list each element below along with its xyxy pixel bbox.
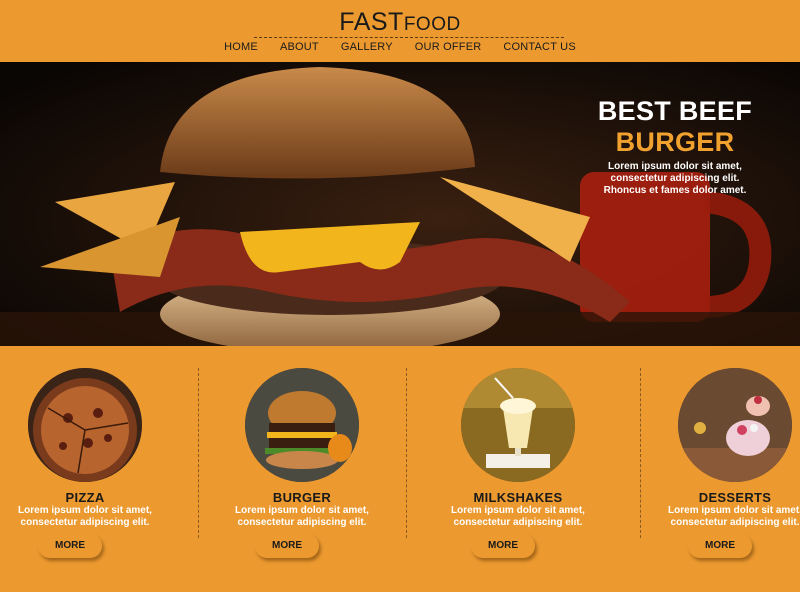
hero-subheading: BURGER [615,127,735,157]
product-description: Lorem ipsum dolor sit amet, consectetur … [0,505,185,529]
site-header: FASTFOOD HOME ABOUT GALLERY OUR OFFER CO… [0,0,800,62]
product-desc-line: Lorem ipsum dolor sit amet, [18,505,152,516]
more-button-desserts[interactable]: MORE [688,534,752,558]
product-title: DESSERTS [698,490,772,505]
product-desc-line: Lorem ipsum dolor sit amet, [668,505,800,516]
product-description: Lorem ipsum dolor sit amet, consectetur … [418,505,618,529]
site-logo[interactable]: FASTFOOD [0,8,800,37]
nav-our-offer[interactable]: OUR OFFER [415,41,482,53]
hero-desc-line: Rhoncus et fames dolor amet. [603,185,747,196]
product-desc-line: consectetur adipiscing elit. [670,517,800,528]
product-desc-line: Lorem ipsum dolor sit amet, [451,505,585,516]
nav-gallery[interactable]: GALLERY [341,41,393,53]
product-desc-line: consectetur adipiscing elit. [237,517,367,528]
hero-heading: BEST BEEF [597,96,753,126]
pizza-image [28,368,142,482]
logo-fast: FAST [339,8,404,36]
milkshake-image [461,368,575,482]
hero-desc-line: Lorem ipsum dolor sit amet, [608,161,742,172]
burger-image [245,368,359,482]
nav-contact-us[interactable]: CONTACT US [503,41,576,53]
hero-description: Lorem ipsum dolor sit amet, consectetur … [585,161,765,197]
column-divider [198,368,199,538]
logo-food: FOOD [403,14,461,35]
column-divider [406,368,407,538]
hero-text: BEST BEEF BURGER Lorem ipsum dolor sit a… [585,96,765,197]
hero-banner: BEST BEEF BURGER Lorem ipsum dolor sit a… [0,62,800,346]
product-desc-line: Lorem ipsum dolor sit amet, [235,505,369,516]
nav-about[interactable]: ABOUT [280,41,319,53]
product-desc-line: consectetur adipiscing elit. [453,517,583,528]
nav-divider [254,37,564,38]
more-button-pizza[interactable]: MORE [38,534,102,558]
product-description: Lorem ipsum dolor sit amet, consectetur … [202,505,402,529]
nav-home[interactable]: HOME [224,41,258,53]
product-description: Lorem ipsum dolor sit amet, consectetur … [635,505,800,529]
main-nav: HOME ABOUT GALLERY OUR OFFER CONTACT US [0,41,800,53]
product-section: PIZZA Lorem ipsum dolor sit amet, consec… [0,346,800,592]
product-desc-line: consectetur adipiscing elit. [20,517,150,528]
hero-desc-line: consectetur adipiscing elit. [610,173,740,184]
desserts-image [678,368,792,482]
more-button-burger[interactable]: MORE [255,534,319,558]
more-button-milkshakes[interactable]: MORE [471,534,535,558]
product-title: BURGER [272,490,332,505]
product-title: MILKSHAKES [473,490,563,505]
product-title: PIZZA [65,490,105,505]
